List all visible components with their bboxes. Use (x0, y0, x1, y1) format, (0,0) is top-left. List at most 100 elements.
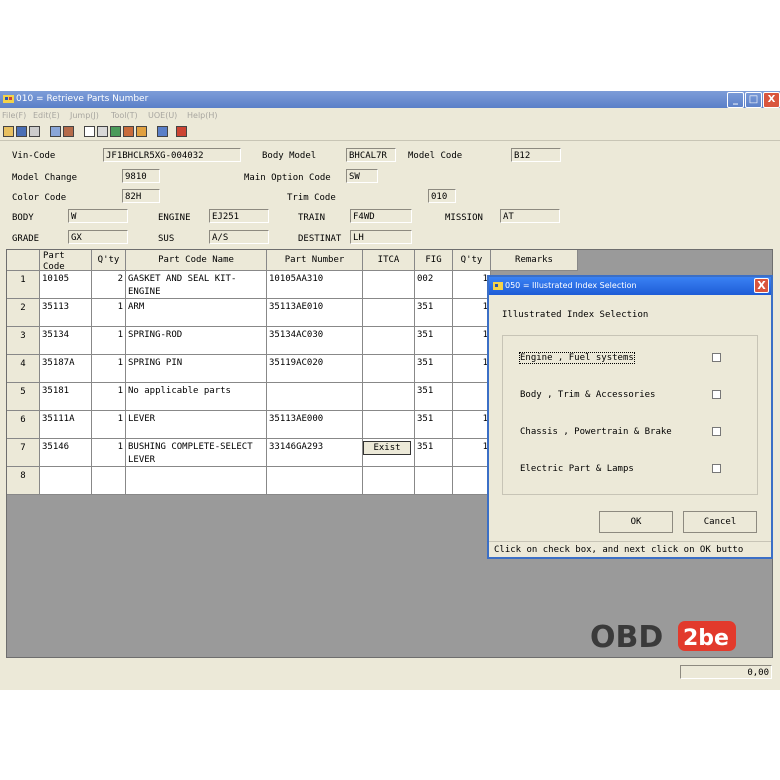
body-model-field[interactable]: BHCAL7R (346, 148, 396, 162)
cell-part-number[interactable] (267, 383, 363, 411)
trim-code-field[interactable]: 010 (428, 189, 456, 203)
cell-qty[interactable]: 1 (92, 411, 126, 439)
table-row[interactable]: 1 10105 2 GASKET AND SEAL KIT-ENGINE 10105AA… (7, 271, 491, 299)
cell-qty[interactable]: 1 (92, 383, 126, 411)
cell-part-code[interactable]: 35187A (40, 355, 92, 383)
open-icon[interactable] (3, 126, 14, 137)
table-row[interactable]: 3 35134 1 SPRING-ROD 35134AC030 351 1 (7, 327, 491, 355)
cell-fig[interactable]: 351 (415, 383, 453, 411)
cell-qty-2[interactable]: 1 (453, 355, 491, 383)
cell-part-number[interactable]: 35113AE010 (267, 299, 363, 327)
grid-icon[interactable] (84, 126, 95, 137)
mission-field[interactable]: AT (500, 209, 560, 223)
cancel-button[interactable]: Cancel (683, 511, 757, 533)
parts-icon[interactable] (110, 126, 121, 137)
ok-button[interactable]: OK (599, 511, 673, 533)
cell-qty-2[interactable]: 1 (453, 411, 491, 439)
cell-fig[interactable]: 351 (415, 411, 453, 439)
table-row[interactable]: 4 35187A 1 SPRING PIN 35119AC020 351 1 (7, 355, 491, 383)
cell-qty[interactable]: 1 (92, 327, 126, 355)
cell-itca[interactable] (363, 355, 415, 383)
cell-part-name[interactable]: No applicable parts (126, 383, 267, 411)
cell-fig[interactable]: 351 (415, 299, 453, 327)
minimize-button[interactable]: _ (727, 92, 744, 108)
cell-part-code[interactable]: 35181 (40, 383, 92, 411)
destinat-field[interactable]: LH (350, 230, 412, 244)
header-itca[interactable]: ITCA (363, 250, 415, 271)
cell-qty[interactable]: 2 (92, 271, 126, 299)
header-part-number[interactable]: Part Number (267, 250, 363, 271)
cell-part-code[interactable]: 35146 (40, 439, 92, 467)
cell-part-number[interactable]: 10105AA310 (267, 271, 363, 299)
model-code-field[interactable]: B12 (511, 148, 561, 162)
cell-part-name[interactable]: GASKET AND SEAL KIT-ENGINE (126, 271, 267, 299)
option-body-trim-checkbox[interactable] (712, 390, 721, 399)
cell-part-code[interactable]: 35113 (40, 299, 92, 327)
print-icon[interactable] (29, 126, 40, 137)
cell-part-number[interactable] (267, 467, 363, 495)
table-row[interactable]: 5 35181 1 No applicable parts 351 (7, 383, 491, 411)
cell-part-code[interactable] (40, 467, 92, 495)
grade-field[interactable]: GX (68, 230, 128, 244)
table-row[interactable]: 8 (7, 467, 491, 495)
cell-itca[interactable] (363, 411, 415, 439)
header-qty-2[interactable]: Q'ty (453, 250, 491, 271)
header-part-code[interactable]: Part Code (40, 250, 92, 272)
cell-qty-2[interactable] (453, 383, 491, 411)
cell-fig[interactable]: 351 (415, 355, 453, 383)
cell-part-name[interactable] (126, 467, 267, 495)
cell-part-name[interactable]: BUSHING COMPLETE-SELECT LEVER (126, 439, 267, 467)
cell-qty-2[interactable] (453, 467, 491, 495)
cell-qty-2[interactable]: 1 (453, 271, 491, 299)
cell-fig[interactable]: 351 (415, 327, 453, 355)
cell-part-code[interactable]: 35134 (40, 327, 92, 355)
menu-uoe[interactable]: UOE(U) (148, 109, 177, 123)
cell-part-number[interactable]: 33146GA293 (267, 439, 363, 467)
image-icon[interactable] (63, 126, 74, 137)
dialog-close-button[interactable]: X (754, 278, 769, 293)
tool-icon[interactable] (123, 126, 134, 137)
cell-fig[interactable] (415, 467, 453, 495)
sus-field[interactable]: A/S (209, 230, 269, 244)
cell-part-name[interactable]: LEVER (126, 411, 267, 439)
exist-button[interactable]: Exist (363, 441, 411, 455)
menu-jump[interactable]: Jump(J) (70, 109, 99, 123)
engine-field[interactable]: EJ251 (209, 209, 269, 223)
menu-help[interactable]: Help(H) (187, 109, 218, 123)
maximize-button[interactable]: □ (745, 92, 762, 108)
color-code-field[interactable]: 82H (122, 189, 160, 203)
cell-qty[interactable]: 1 (92, 299, 126, 327)
search-icon[interactable] (50, 126, 61, 137)
cell-part-name[interactable]: ARM (126, 299, 267, 327)
user-icon[interactable] (136, 126, 147, 137)
cell-part-number[interactable]: 35134AC030 (267, 327, 363, 355)
cell-qty[interactable]: 1 (92, 439, 126, 467)
cell-itca[interactable] (363, 299, 415, 327)
cell-part-code[interactable]: 10105 (40, 271, 92, 299)
menu-file[interactable]: File(F) (2, 109, 26, 123)
header-remarks[interactable]: Remarks (491, 250, 578, 271)
option-chassis-checkbox[interactable] (712, 427, 721, 436)
cell-itca[interactable] (363, 327, 415, 355)
table-row[interactable]: 2 35113 1 ARM 35113AE010 351 1 (7, 299, 491, 327)
menu-tool[interactable]: Tool(T) (111, 109, 138, 123)
option-electric-checkbox[interactable] (712, 464, 721, 473)
body-field[interactable]: W (68, 209, 128, 223)
cell-qty-2[interactable]: 1 (453, 299, 491, 327)
cell-part-number[interactable]: 35119AC020 (267, 355, 363, 383)
cell-qty[interactable]: 1 (92, 355, 126, 383)
header-part-code-name[interactable]: Part Code Name (126, 250, 267, 271)
list-icon[interactable] (97, 126, 108, 137)
cell-fig[interactable]: 351 (415, 439, 453, 467)
option-chassis-label[interactable]: Chassis , Powertrain & Brake (520, 427, 672, 437)
cell-fig[interactable]: 002 (415, 271, 453, 299)
model-change-field[interactable]: 9810 (122, 169, 160, 183)
cell-itca[interactable] (363, 271, 415, 299)
train-field[interactable]: F4WD (350, 209, 412, 223)
close-button[interactable]: X (763, 92, 780, 108)
cell-itca[interactable] (363, 467, 415, 495)
option-electric-label[interactable]: Electric Part & Lamps (520, 464, 634, 474)
cell-part-code[interactable]: 35111A (40, 411, 92, 439)
option-engine-fuel-label[interactable]: Engine , Fuel systems (519, 352, 635, 364)
save-icon[interactable] (16, 126, 27, 137)
